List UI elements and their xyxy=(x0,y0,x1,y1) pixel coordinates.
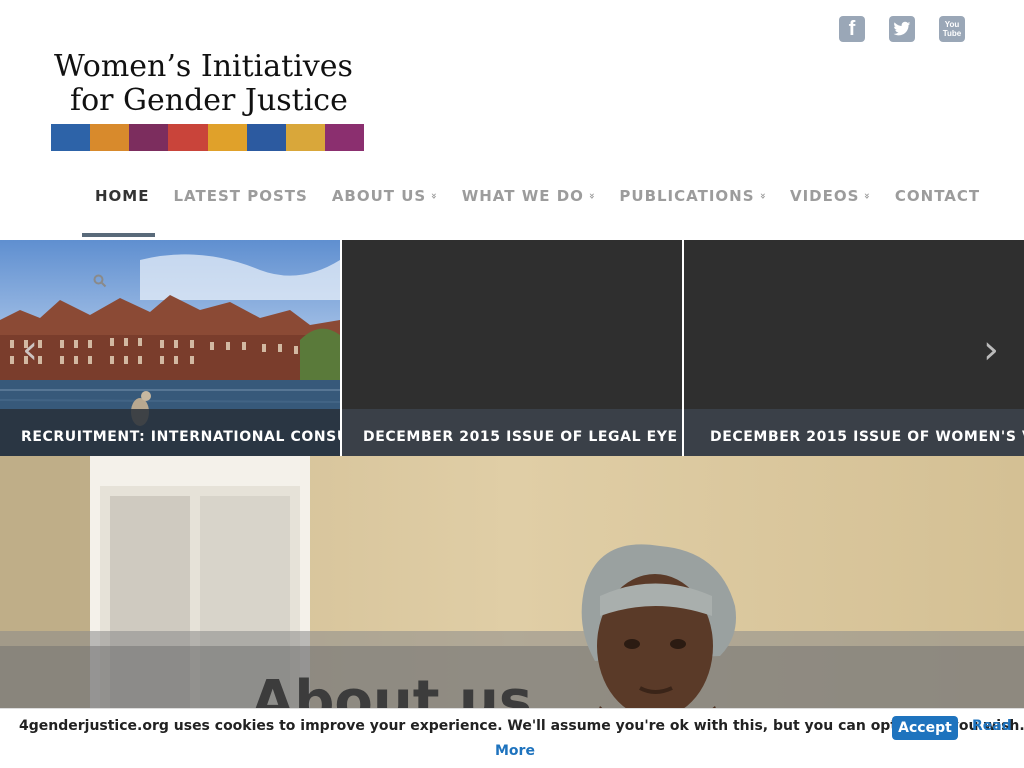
nav-item-latest-posts[interactable]: LATEST POSTS xyxy=(173,187,307,205)
featured-slider: RECRUITMENT: INTERNATIONAL CONSU... DECE… xyxy=(0,240,1024,456)
facebook-glyph: f xyxy=(848,17,856,40)
nav-item-label: WHAT WE DO xyxy=(461,187,584,205)
logo-strip-tile xyxy=(324,124,364,151)
nav-item-label: CONTACT xyxy=(894,187,981,205)
youtube-icon[interactable]: You Tube xyxy=(939,16,965,42)
logo-line-2: for Gender Justice xyxy=(70,83,348,118)
slide-1-caption[interactable]: RECRUITMENT: INTERNATIONAL CONSU... xyxy=(0,409,340,456)
logo-strip-tile xyxy=(246,124,286,151)
cookie-message: 4genderjustice.org uses cookies to impro… xyxy=(19,718,1024,734)
facebook-icon[interactable]: f xyxy=(839,16,865,42)
nav-item-contact[interactable]: CONTACT xyxy=(895,187,980,205)
logo-strip-tile xyxy=(168,124,208,151)
nav-item-label: LATEST POSTS xyxy=(173,187,308,205)
cookie-accept-button[interactable]: Accept xyxy=(892,716,958,740)
main-nav: HOME LATEST POSTS ABOUT US» WHAT WE DO» PUBL… xyxy=(83,180,1004,212)
twitter-bird-shape xyxy=(893,21,911,36)
logo-strip-tile xyxy=(207,124,247,151)
chevron-down-icon: » xyxy=(586,192,598,200)
slide-3[interactable]: DECEMBER 2015 ISSUE OF WOMEN'S V... xyxy=(684,240,1024,456)
logo-strip-tile xyxy=(90,124,130,151)
logo-strip-tile xyxy=(51,124,91,151)
nav-item-videos[interactable]: VIDEOS» xyxy=(789,187,873,205)
search-icon[interactable] xyxy=(93,274,107,288)
nav-item-label: PUBLICATIONS xyxy=(619,187,755,205)
chevron-down-icon: » xyxy=(428,192,440,200)
cookie-read-more-link-cont[interactable]: More xyxy=(495,743,535,759)
logo-pattern-strip xyxy=(51,124,364,151)
twitter-icon[interactable] xyxy=(889,16,915,42)
cookie-bar: 4genderjustice.org uses cookies to impro… xyxy=(0,708,1024,768)
slide-2-caption[interactable]: DECEMBER 2015 ISSUE OF LEGAL EYE O... xyxy=(342,409,682,456)
logo-strip-tile xyxy=(285,124,325,151)
nav-item-label: HOME xyxy=(95,187,150,205)
nav-item-label: ABOUT US xyxy=(331,187,427,205)
nav-item-label: VIDEOS xyxy=(789,187,860,205)
slide-3-caption[interactable]: DECEMBER 2015 ISSUE OF WOMEN'S V... xyxy=(684,409,1024,456)
youtube-top-text: You xyxy=(944,20,960,29)
slide-2[interactable]: DECEMBER 2015 ISSUE OF LEGAL EYE O... xyxy=(342,240,682,456)
chevron-down-icon: » xyxy=(861,192,873,200)
site-logo[interactable]: Women’s Initiatives for Gender Justice xyxy=(51,50,364,152)
site-header: Women’s Initiatives for Gender Justice f… xyxy=(0,0,1024,240)
slide-1[interactable]: RECRUITMENT: INTERNATIONAL CONSU... xyxy=(0,240,340,456)
nav-item-what-we-do[interactable]: WHAT WE DO» xyxy=(461,187,598,205)
nav-item-about-us[interactable]: ABOUT US» xyxy=(331,187,440,205)
chevron-down-icon: » xyxy=(756,192,768,200)
logo-line-1: Women’s Initiatives xyxy=(54,49,353,84)
slider-next-arrow-icon[interactable]: › xyxy=(977,330,1005,370)
slider-prev-arrow-icon[interactable]: ‹ xyxy=(16,330,44,370)
nav-item-publications[interactable]: PUBLICATIONS» xyxy=(619,187,768,205)
nav-item-home[interactable]: HOME xyxy=(83,187,161,205)
cookie-read-more-link[interactable]: Read xyxy=(972,718,1012,734)
youtube-bottom-text: Tube xyxy=(942,29,962,38)
active-nav-underline xyxy=(82,233,155,237)
logo-strip-tile xyxy=(129,124,169,151)
